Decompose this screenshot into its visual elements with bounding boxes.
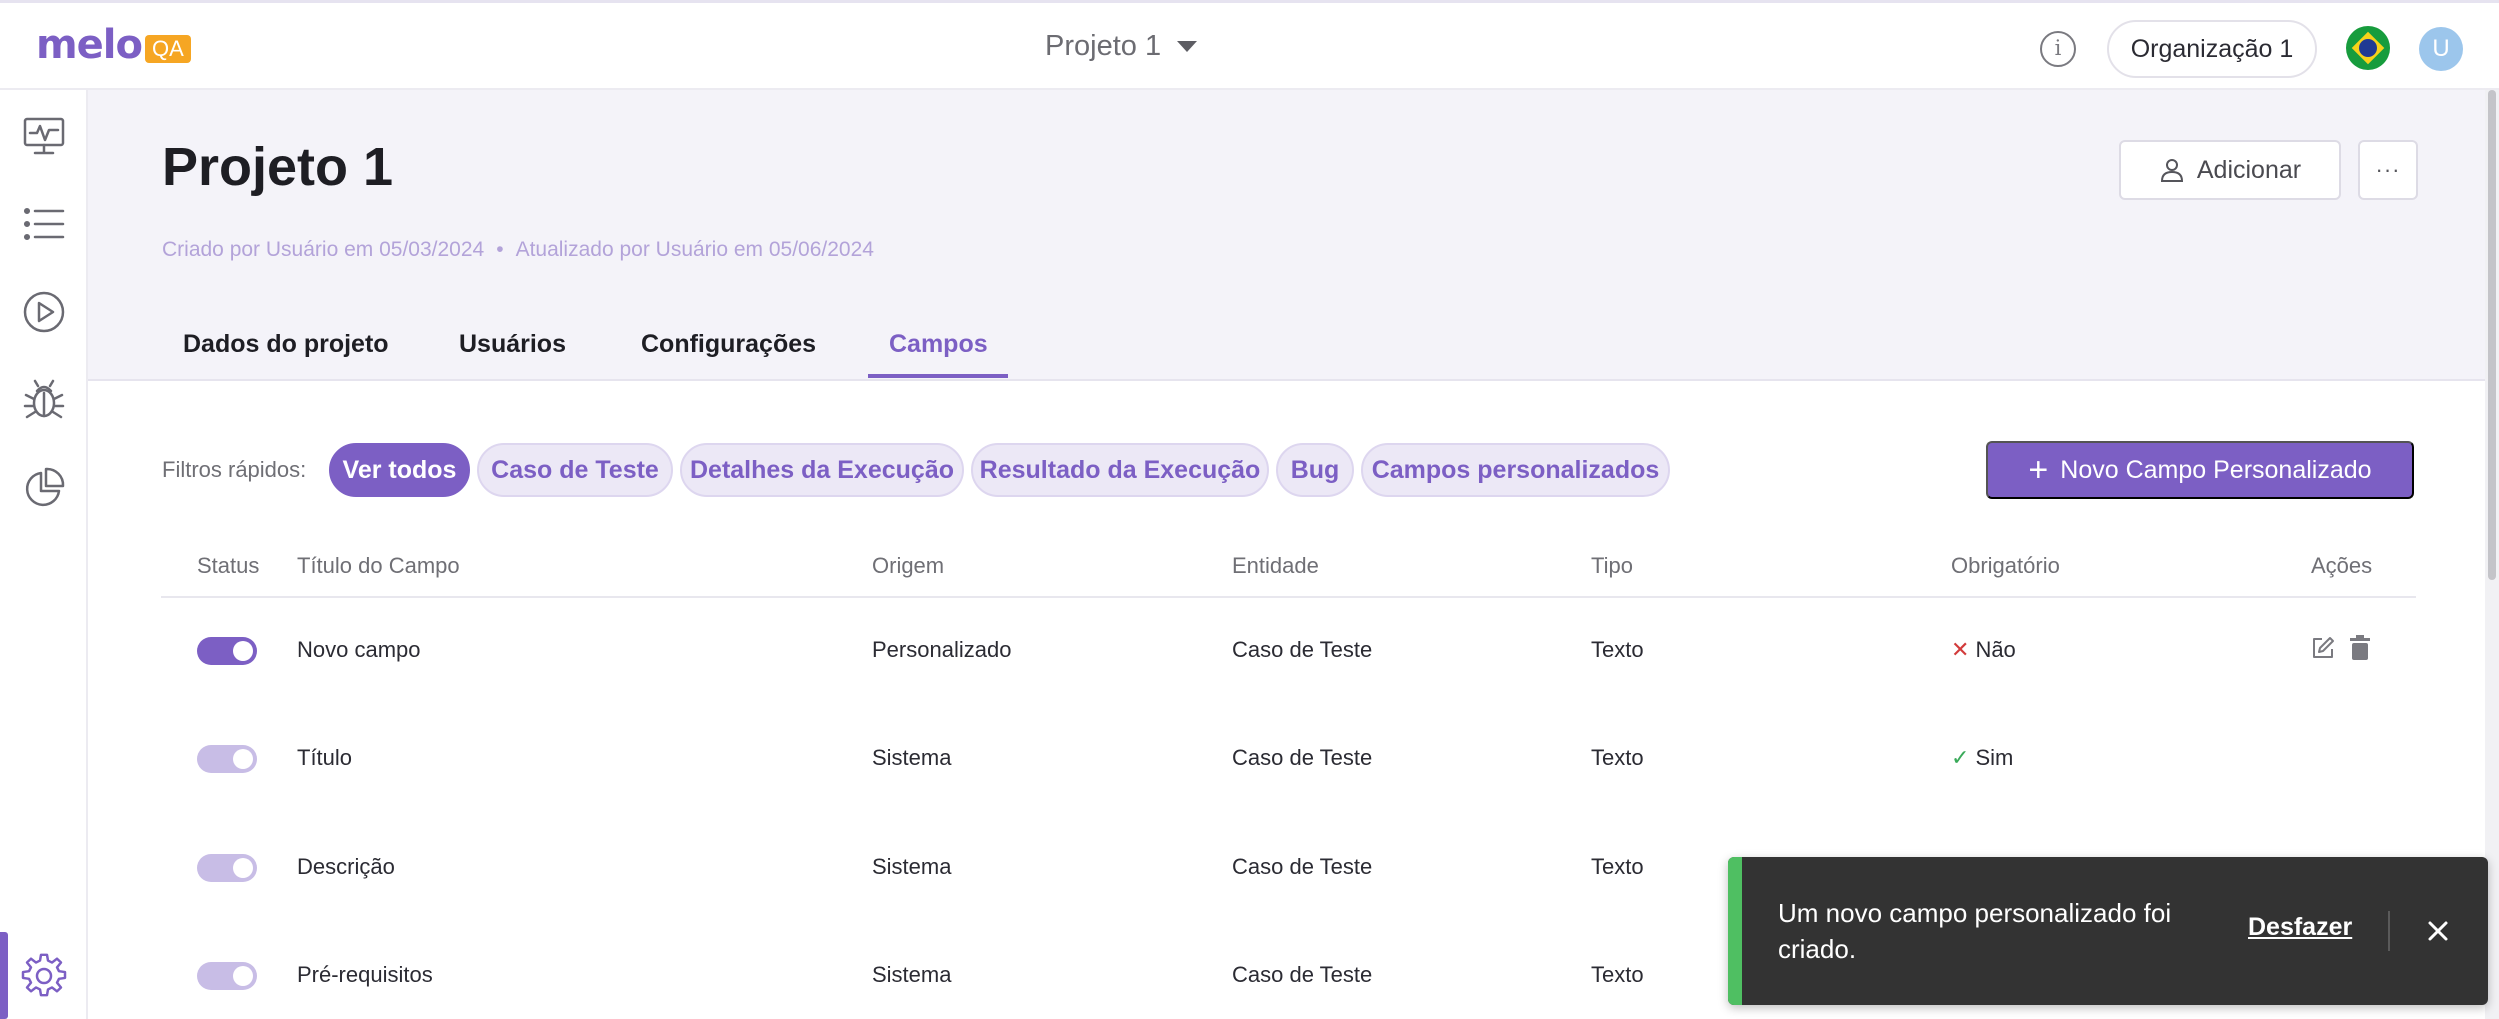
filter-chip-execution-details[interactable]: Detalhes da Execução	[680, 443, 964, 497]
success-toast: Um novo campo personalizado foi criado. …	[1728, 857, 2488, 1005]
top-bar: melo QA Projeto 1 i Organização 1 U	[0, 0, 2499, 90]
field-type: Texto	[1591, 962, 1644, 987]
filter-chip-execution-result[interactable]: Resultado da Execução	[971, 443, 1269, 497]
project-selector[interactable]: Projeto 1	[1045, 30, 1198, 63]
column-header-actions: Ações	[2311, 553, 2373, 578]
project-meta: Criado por Usuário em 05/03/2024 • Atual…	[162, 238, 874, 262]
new-custom-field-label: Novo Campo Personalizado	[2060, 455, 2372, 484]
toast-accent	[1728, 857, 1742, 1005]
bug-icon[interactable]	[18, 374, 70, 426]
add-user-button[interactable]: Adicionar	[2119, 140, 2341, 200]
undo-button[interactable]: Desfazer	[2248, 913, 2352, 942]
list-icon[interactable]	[18, 198, 70, 250]
status-toggle	[197, 745, 257, 773]
filter-chip-test-case[interactable]: Caso de Teste	[477, 443, 673, 497]
created-info: Criado por Usuário em 05/03/2024	[162, 238, 485, 261]
quick-filters-label: Filtros rápidos:	[162, 457, 307, 482]
field-entity: Caso de Teste	[1232, 962, 1373, 987]
caret-down-icon	[1177, 41, 1198, 52]
filter-chip-custom-fields[interactable]: Campos personalizados	[1361, 443, 1670, 497]
filter-chip-bug[interactable]: Bug	[1276, 443, 1354, 497]
column-header-title: Título do Campo	[297, 553, 460, 578]
status-toggle	[197, 962, 257, 990]
sidebar	[0, 90, 88, 1019]
meta-separator: •	[496, 238, 504, 261]
updated-info: Atualizado por Usuário em 05/06/2024	[515, 238, 874, 261]
edit-icon[interactable]	[2310, 635, 2336, 661]
check-icon: ✓	[1951, 745, 1970, 770]
field-type: Texto	[1591, 745, 1644, 770]
table-row: Título Sistema Caso de Teste Texto ✓ Sim	[161, 705, 2499, 813]
brazil-flag-icon[interactable]	[2346, 26, 2390, 70]
field-entity: Caso de Teste	[1232, 637, 1373, 662]
add-user-label: Adicionar	[2196, 155, 2302, 184]
field-title: Pré-requisitos	[297, 962, 433, 987]
tab-fields[interactable]: Campos	[889, 330, 988, 359]
column-header-origin: Origem	[872, 553, 945, 578]
plus-icon: +	[2028, 451, 2049, 489]
toast-message: Um novo campo personalizado foi criado.	[1778, 898, 2172, 964]
field-origin: Sistema	[872, 854, 952, 879]
field-entity: Caso de Teste	[1232, 854, 1373, 879]
scrollbar-thumb[interactable]	[2488, 90, 2496, 580]
info-icon[interactable]: i	[2040, 31, 2076, 67]
organization-button[interactable]: Organização 1	[2107, 20, 2317, 78]
field-title: Título	[297, 745, 353, 770]
avatar[interactable]: U	[2419, 27, 2463, 71]
brand-logo[interactable]: melo QA	[36, 25, 191, 65]
table-row: Novo campo Personalizado Caso de Teste T…	[161, 597, 2416, 705]
field-required-value: Sim	[1975, 745, 2014, 770]
more-options-button[interactable]: ···	[2358, 140, 2418, 200]
field-origin: Personalizado	[872, 637, 1012, 662]
sidebar-active-indicator	[0, 932, 8, 1019]
new-custom-field-button[interactable]: + Novo Campo Personalizado	[1986, 441, 2414, 499]
logo-text: melo	[36, 22, 143, 68]
play-circle-icon[interactable]	[18, 286, 70, 338]
active-tab-indicator	[868, 374, 1008, 378]
column-header-type: Tipo	[1591, 553, 1633, 578]
column-header-status: Status	[197, 553, 260, 578]
logo-badge: QA	[145, 35, 191, 63]
close-x-icon: ✕	[1951, 637, 1970, 662]
field-entity: Caso de Teste	[1232, 745, 1373, 770]
pie-chart-icon[interactable]	[18, 462, 70, 514]
monitor-pulse-icon[interactable]	[18, 110, 70, 162]
row-actions	[2310, 635, 2372, 661]
tab-users[interactable]: Usuários	[459, 330, 566, 359]
toast-divider	[2388, 911, 2390, 951]
trash-icon[interactable]	[2348, 635, 2372, 661]
column-header-entity: Entidade	[1232, 553, 1319, 578]
field-origin: Sistema	[872, 745, 952, 770]
project-header: Projeto 1 Criado por Usuário em 05/03/20…	[88, 90, 2485, 381]
tab-settings[interactable]: Configurações	[641, 330, 816, 359]
tab-project-data[interactable]: Dados do projeto	[183, 330, 389, 359]
project-selector-label: Projeto 1	[1045, 30, 1162, 62]
field-type: Texto	[1591, 854, 1644, 879]
gear-icon[interactable]	[18, 950, 70, 1002]
column-header-required: Obrigatório	[1951, 553, 2060, 578]
person-icon	[2160, 159, 2183, 182]
field-title: Descrição	[297, 854, 395, 879]
page-title: Projeto 1	[162, 137, 394, 197]
field-type: Texto	[1591, 637, 1644, 662]
status-toggle	[197, 854, 257, 882]
status-toggle[interactable]	[197, 637, 257, 665]
field-required: ✕ Não	[1951, 637, 2016, 663]
field-required: ✓ Sim	[1951, 745, 2013, 771]
field-origin: Sistema	[872, 962, 952, 987]
filter-chip-all[interactable]: Ver todos	[329, 443, 470, 497]
close-icon[interactable]	[2418, 911, 2458, 951]
field-title: Novo campo	[297, 637, 421, 662]
field-required-value: Não	[1975, 637, 2016, 662]
